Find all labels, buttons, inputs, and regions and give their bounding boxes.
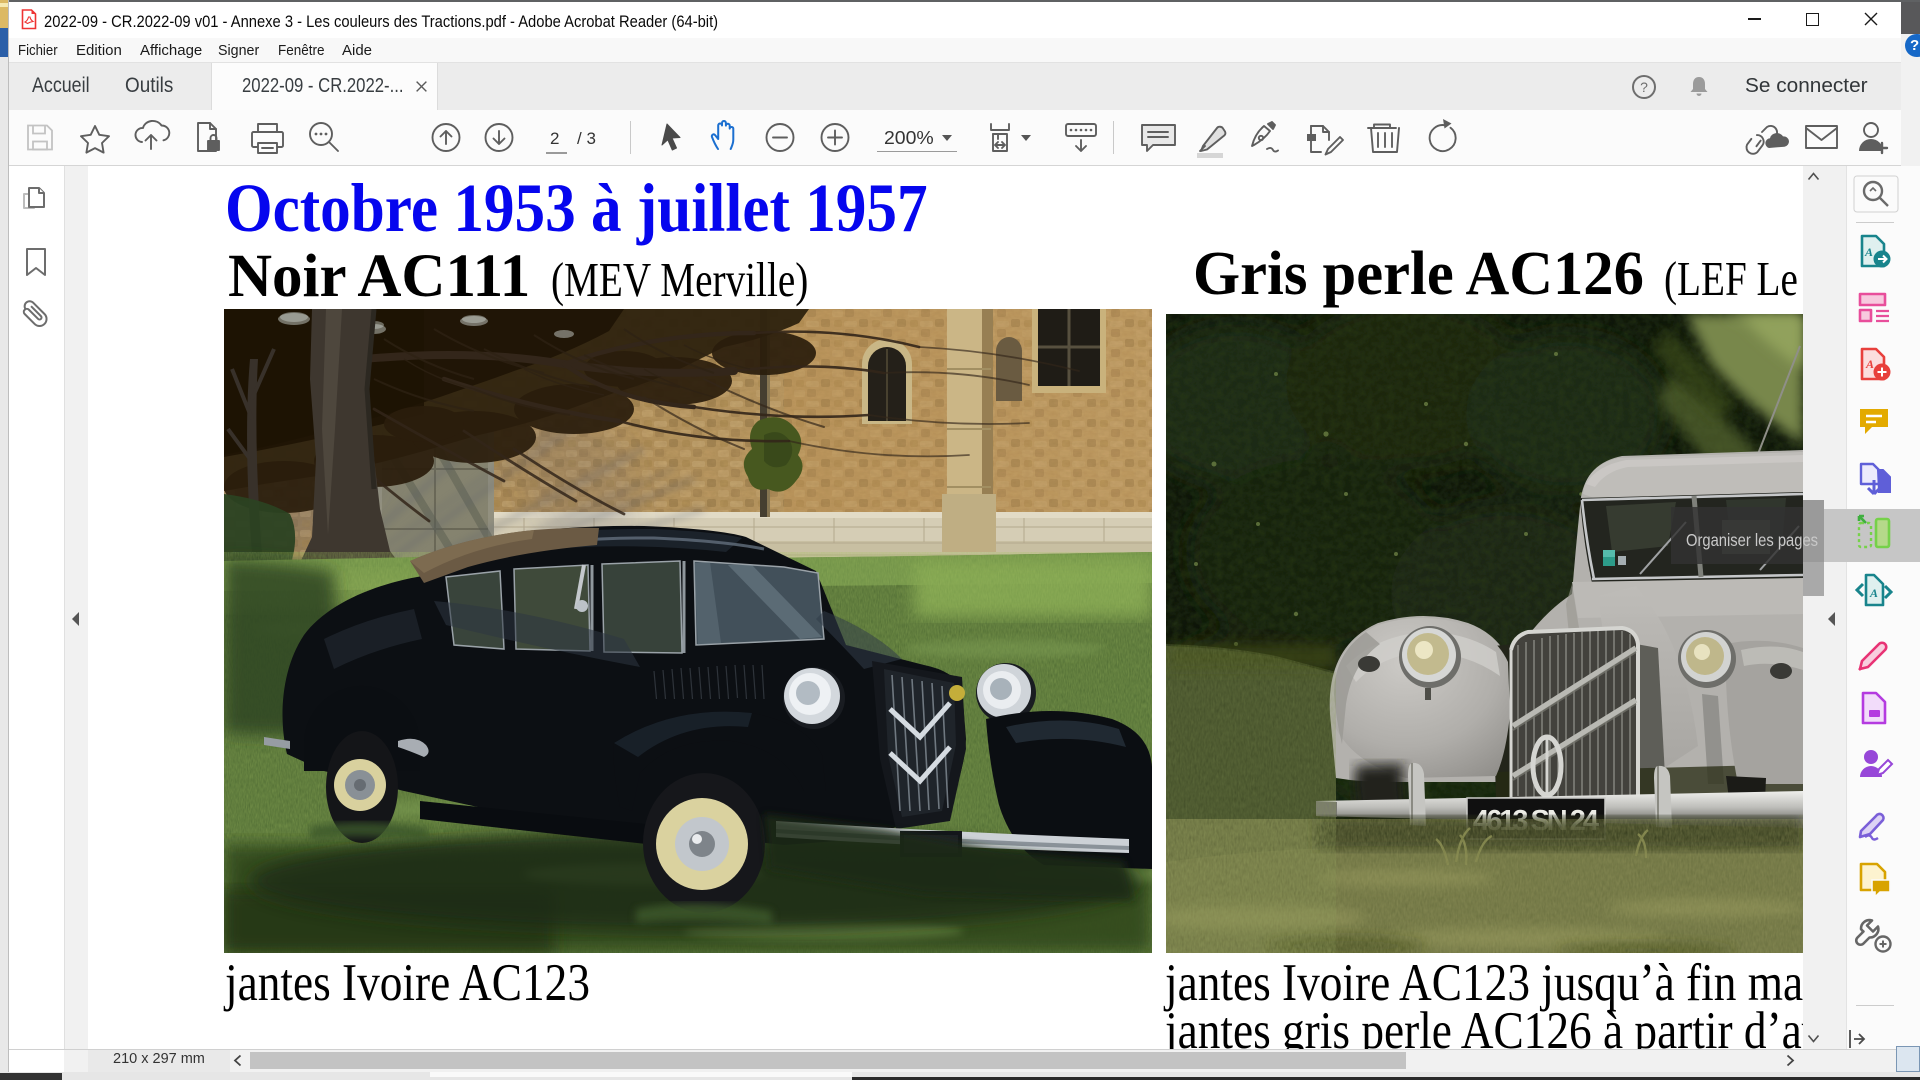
svg-text:A: A (1869, 586, 1878, 600)
svg-text:?: ? (1640, 79, 1648, 95)
svg-text:A: A (1864, 245, 1873, 259)
svg-text:A: A (1865, 357, 1874, 371)
